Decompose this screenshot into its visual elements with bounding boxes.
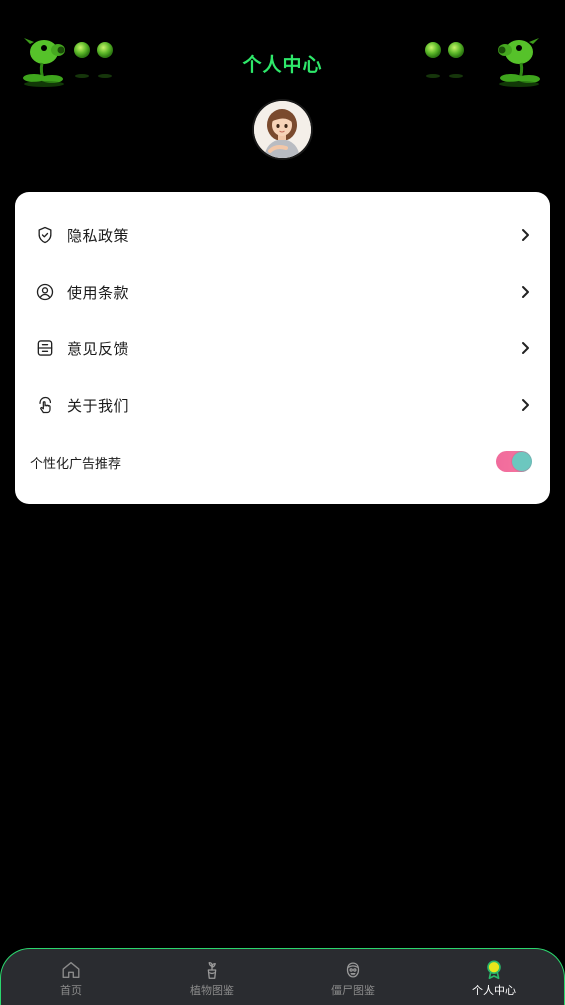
nav-label: 首页 xyxy=(60,984,82,997)
chevron-right-icon xyxy=(518,341,532,355)
chevron-right-icon xyxy=(518,228,532,242)
personalized-ads-row: 个性化广告推荐 xyxy=(15,442,550,482)
nav-item-home[interactable]: 首页 xyxy=(26,957,116,1003)
personalized-ads-toggle[interactable] xyxy=(496,451,532,472)
menu-item-about-us[interactable]: 关于我们 xyxy=(15,377,550,433)
menu-item-label: 意见反馈 xyxy=(67,339,130,358)
user-circle-icon xyxy=(34,281,56,303)
nav-label: 僵尸图鉴 xyxy=(331,984,375,997)
menu-item-terms-of-use[interactable]: 使用条款 xyxy=(15,264,550,320)
hand-pointer-icon xyxy=(34,394,56,416)
plant-pot-icon xyxy=(201,959,223,981)
chevron-right-icon xyxy=(518,398,532,412)
menu-item-label: 隐私政策 xyxy=(67,226,130,245)
menu-item-feedback[interactable]: 意见反馈 xyxy=(15,320,550,376)
zombie-face-icon xyxy=(342,959,364,981)
shield-check-icon xyxy=(34,224,56,246)
menu-item-privacy-policy[interactable]: 隐私政策 xyxy=(15,207,550,263)
nav-item-plants[interactable]: 植物图鉴 xyxy=(167,957,257,1003)
toggle-knob xyxy=(512,452,531,471)
bottom-nav: 首页 植物图鉴 僵尸图鉴 个人中心 xyxy=(0,948,565,1005)
nav-label: 个人中心 xyxy=(472,984,516,997)
header: 个人中心 xyxy=(0,0,565,100)
avatar[interactable] xyxy=(254,101,311,158)
nav-label: 植物图鉴 xyxy=(190,984,234,997)
nav-item-profile[interactable]: 个人中心 xyxy=(449,957,539,1003)
profile-badge-icon xyxy=(483,959,505,981)
home-icon xyxy=(60,959,82,981)
settings-card: 隐私政策 使用条款 意见反馈 关于我们 个性化广告推荐 xyxy=(15,192,550,504)
menu-item-label: 关于我们 xyxy=(67,396,130,415)
nav-item-zombies[interactable]: 僵尸图鉴 xyxy=(308,957,398,1003)
chevron-right-icon xyxy=(518,285,532,299)
menu-item-label: 使用条款 xyxy=(67,283,130,302)
peashooter-decoration-right xyxy=(415,36,545,88)
personalized-ads-label: 个性化广告推荐 xyxy=(30,457,122,472)
inbox-icon xyxy=(34,337,56,359)
